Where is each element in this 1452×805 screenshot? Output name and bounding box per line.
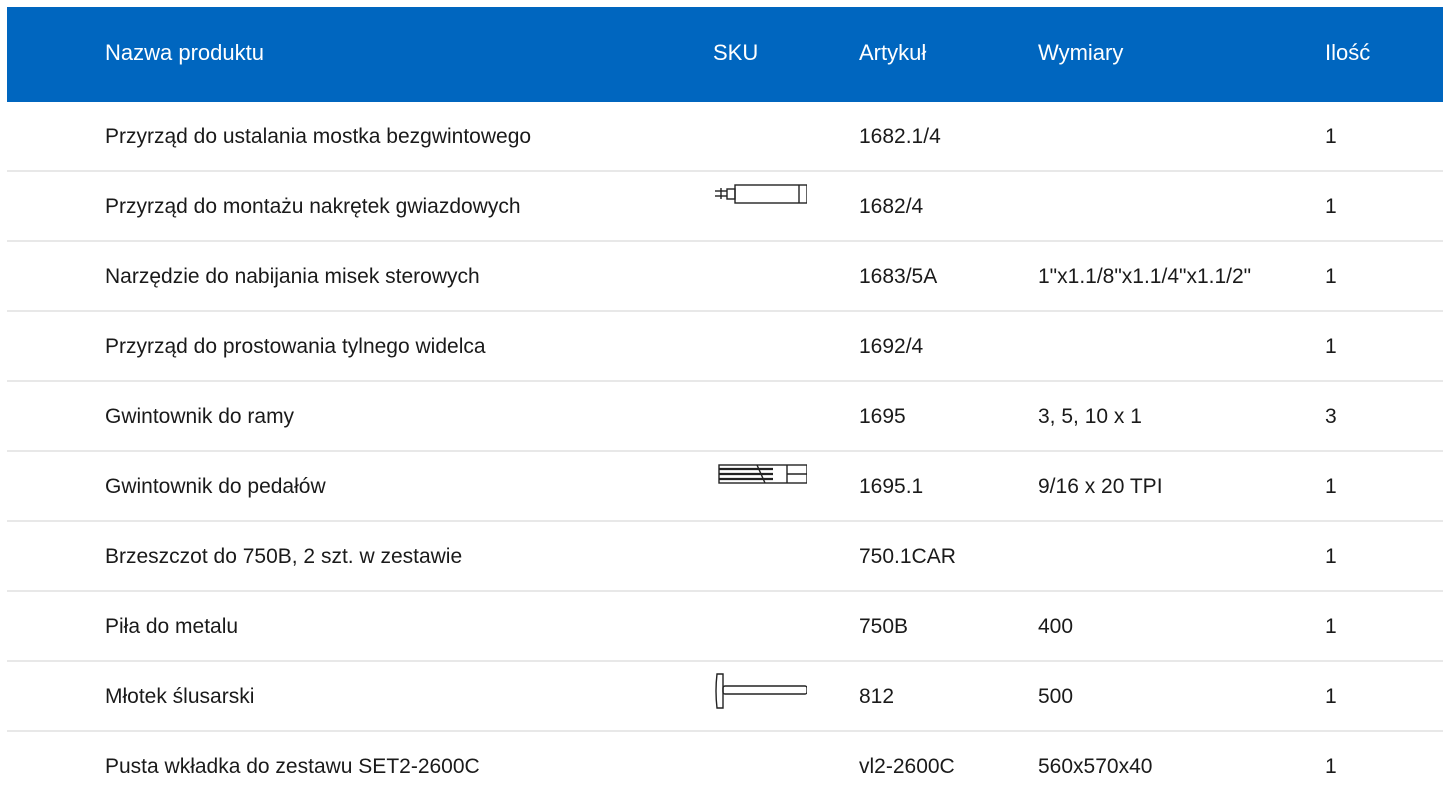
table-row: Narzędzie do nabijania misek sterowych 1…: [7, 242, 1443, 312]
hammer-icon: [715, 673, 807, 709]
product-name: Przyrząd do prostowania tylnego widelca: [105, 335, 486, 358]
article-number: 1683/5A: [859, 265, 938, 288]
product-name: Piła do metalu: [105, 615, 239, 638]
article-number: 1682.1/4: [859, 125, 941, 148]
quantity: 1: [1325, 475, 1337, 498]
quantity: 1: [1325, 335, 1337, 358]
product-name: Gwintownik do ramy: [105, 405, 295, 428]
header-name[interactable]: Nazwa produktu: [105, 40, 264, 66]
product-name: Narzędzie do nabijania misek sterowych: [105, 265, 480, 288]
dimensions: 400: [1038, 615, 1074, 638]
product-name: Młotek ślusarski: [105, 685, 255, 708]
article-number: vl2-2600C: [859, 755, 955, 778]
header-quantity[interactable]: Ilość: [1325, 40, 1370, 66]
pedal-tap-icon: [718, 464, 807, 484]
dimensions: 3, 5, 10 x 1: [1038, 405, 1142, 428]
star-nut-setter-icon: [715, 184, 807, 204]
table-row: Brzeszczot do 750B, 2 szt. w zestawie 75…: [7, 522, 1443, 592]
dimensions: 9/16 x 20 TPI: [1038, 475, 1163, 498]
quantity: 1: [1325, 615, 1337, 638]
article-number: 1682/4: [859, 195, 924, 218]
article-number: 750.1CAR: [859, 545, 956, 568]
article-number: 1692/4: [859, 335, 924, 358]
quantity: 1: [1325, 755, 1337, 778]
dimensions: 560x570x40: [1038, 755, 1153, 778]
header-dimensions[interactable]: Wymiary: [1038, 40, 1123, 66]
quantity: 3: [1325, 405, 1337, 428]
quantity: 1: [1325, 125, 1337, 148]
quantity: 1: [1325, 685, 1337, 708]
product-name: Brzeszczot do 750B, 2 szt. w zestawie: [105, 545, 463, 568]
quantity: 1: [1325, 195, 1337, 218]
table-row: Przyrząd do ustalania mostka bezgwintowe…: [7, 102, 1443, 172]
product-name: Gwintownik do pedałów: [105, 475, 326, 498]
article-number: 812: [859, 685, 895, 708]
quantity: 1: [1325, 545, 1337, 568]
table-row: Pusta wkładka do zestawu SET2-2600C vl2-…: [7, 732, 1443, 800]
article-number: 1695: [859, 405, 906, 428]
product-name: Przyrząd do ustalania mostka bezgwintowe…: [105, 125, 532, 148]
table-header: Nazwa produktu SKU Artykuł Wymiary Ilość: [7, 7, 1443, 102]
table-row: Gwintownik do pedałów 1695.1 9/16 x 20 T…: [7, 452, 1443, 522]
dimensions: 500: [1038, 685, 1074, 708]
table-row: Przyrząd do montażu nakrętek gwiazdowych…: [7, 172, 1443, 242]
product-name: Pusta wkładka do zestawu SET2-2600C: [105, 755, 480, 778]
table-row: Przyrząd do prostowania tylnego widelca …: [7, 312, 1443, 382]
dimensions: 1"x1.1/8"x1.1/4"x1.1/2": [1038, 265, 1252, 288]
product-name: Przyrząd do montażu nakrętek gwiazdowych: [105, 195, 521, 218]
article-number: 750B: [859, 615, 909, 638]
article-number: 1695.1: [859, 475, 924, 498]
quantity: 1: [1325, 265, 1337, 288]
table-row: Młotek ślusarski 812 500 1: [7, 662, 1443, 732]
table-row: Gwintownik do ramy 1695 3, 5, 10 x 1 3: [7, 382, 1443, 452]
header-article[interactable]: Artykuł: [859, 40, 926, 66]
table-row: Piła do metalu 750B 400 1: [7, 592, 1443, 662]
header-sku[interactable]: SKU: [713, 40, 758, 66]
product-table: Nazwa produktu SKU Artykuł Wymiary Ilość…: [7, 7, 1443, 800]
